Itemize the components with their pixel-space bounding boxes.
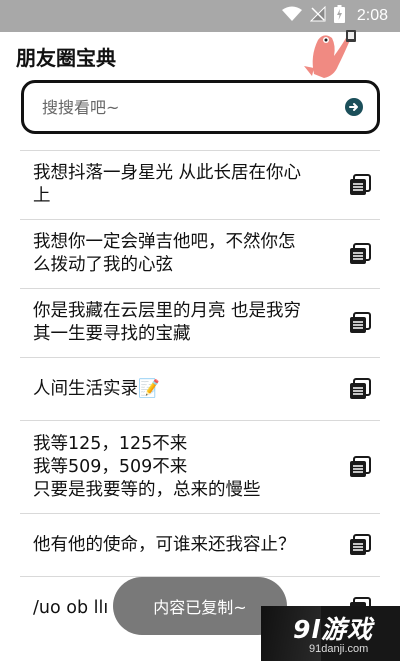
search-input[interactable]: [42, 97, 345, 117]
list-item[interactable]: 人间生活实录📝: [20, 357, 380, 420]
signal-off-icon: [309, 5, 326, 26]
list-item[interactable]: 你是我藏在云层里的月亮 也是我穷 其一生要寻找的宝藏: [20, 288, 380, 357]
entry-text: 我想抖落一身星光 从此长居在你心 上: [33, 163, 302, 206]
entry-list: 我想抖落一身星光 从此长居在你心 上 我想你一定会弹吉他吧，不然你怎 么拨动了我…: [20, 150, 380, 639]
copy-icon[interactable]: [348, 311, 372, 335]
list-item[interactable]: 我想抖落一身星光 从此长居在你心 上: [20, 150, 380, 219]
page-title: 朋友圈宝典: [16, 46, 116, 70]
list-item[interactable]: 我等125，125不来 我等509，509不来 只要是我要等的，总来的慢些: [20, 420, 380, 513]
mascot-illustration: [300, 26, 372, 82]
entry-text: 他有他的使命，可谁来还我容止？: [33, 534, 296, 555]
copy-icon[interactable]: [348, 377, 372, 401]
wifi-icon: [281, 6, 302, 26]
battery-charging-icon: [333, 5, 345, 27]
search-box[interactable]: [21, 80, 380, 134]
entry-text: 我想你一定会弹吉他吧，不然你怎 么拨动了我的心弦: [33, 232, 296, 275]
copy-icon[interactable]: [348, 533, 372, 557]
entry-text: 我等125，125不来 我等509，509不来 只要是我要等的，总来的慢些: [33, 433, 261, 500]
copy-icon[interactable]: [348, 242, 372, 266]
watermark-url: 91danji.com: [309, 643, 369, 655]
copy-icon[interactable]: [348, 173, 372, 197]
entry-text: 你是我藏在云层里的月亮 也是我穷 其一生要寻找的宝藏: [33, 301, 302, 344]
entry-text: 人间生活实录📝: [33, 378, 160, 399]
list-item[interactable]: 我想你一定会弹吉他吧，不然你怎 么拨动了我的心弦: [20, 219, 380, 288]
clock: 2:08: [356, 7, 388, 24]
search-go-icon[interactable]: [345, 98, 363, 116]
watermark-logo-text: 9l游戏: [293, 615, 373, 644]
watermark-logo: 9l游戏 91danji.com: [261, 606, 400, 661]
copy-icon[interactable]: [348, 455, 372, 479]
list-item[interactable]: 他有他的使命，可谁来还我容止？: [20, 513, 380, 576]
